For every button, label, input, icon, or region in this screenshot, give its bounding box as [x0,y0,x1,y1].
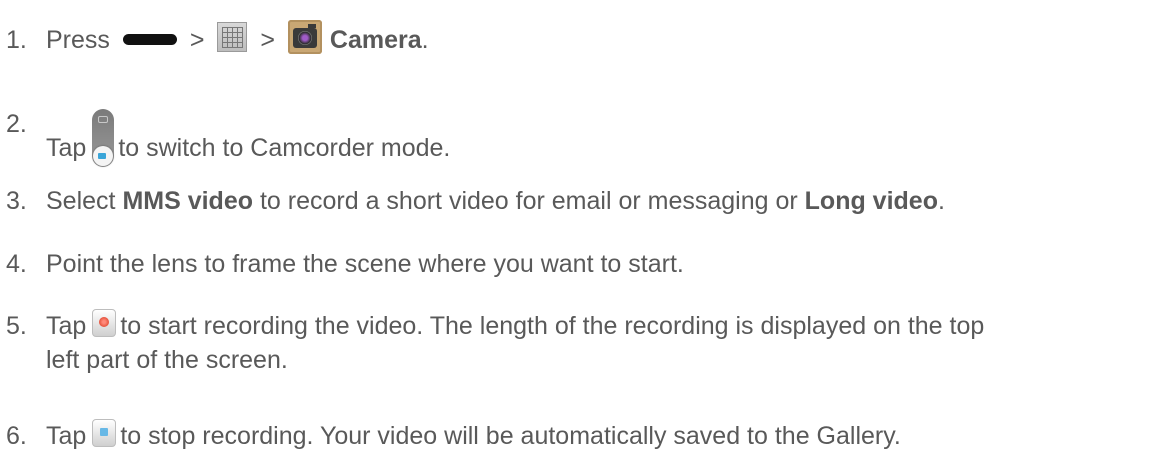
apps-icon [217,22,248,53]
period: . [937,187,945,215]
camera-app-icon [287,20,322,55]
step-description: Point the lens to frame the scene where … [46,250,684,278]
step-number: 1. [6,26,27,54]
home-key-icon [122,33,177,45]
tap-label: Tap [46,312,87,340]
stop-button-icon [92,419,117,448]
step-number: 5. [6,312,27,340]
step-number: 6. [6,422,27,450]
long-video-label: Long video [804,187,938,215]
period: . [421,26,429,54]
step-text: Tap to start recording the video. The len… [46,309,984,343]
press-label: Press [46,26,110,54]
tap-label: Tap [46,134,87,162]
camcorder-mode-switch-icon [92,109,115,167]
step-text: Tap to switch to Camcorder mode. [46,107,451,167]
record-button-icon [92,309,117,338]
mms-video-label: MMS video [122,187,254,215]
separator: > [189,26,205,54]
step-number: 3. [6,187,27,215]
tap-label: Tap [46,422,87,450]
step-description: to start recording the video. The length… [120,312,985,340]
step-text-part: to record a short video for email or mes… [253,187,805,215]
step-text: Select MMS video to record a short video… [46,184,945,218]
step-number: 4. [6,250,27,278]
step-text: Press > > Camera. [46,20,429,58]
camera-label: Camera [329,26,422,54]
step-text-part: Select [46,187,123,215]
step-description-continued: left part of the screen. [46,346,288,374]
step-text: Tap to stop recording. Your video will be… [46,419,901,453]
separator: > [260,26,275,54]
step-description: to switch to Camcorder mode. [118,134,451,162]
step-number: 2. [6,110,27,138]
step-description: to stop recording. Your video will be au… [120,422,901,450]
